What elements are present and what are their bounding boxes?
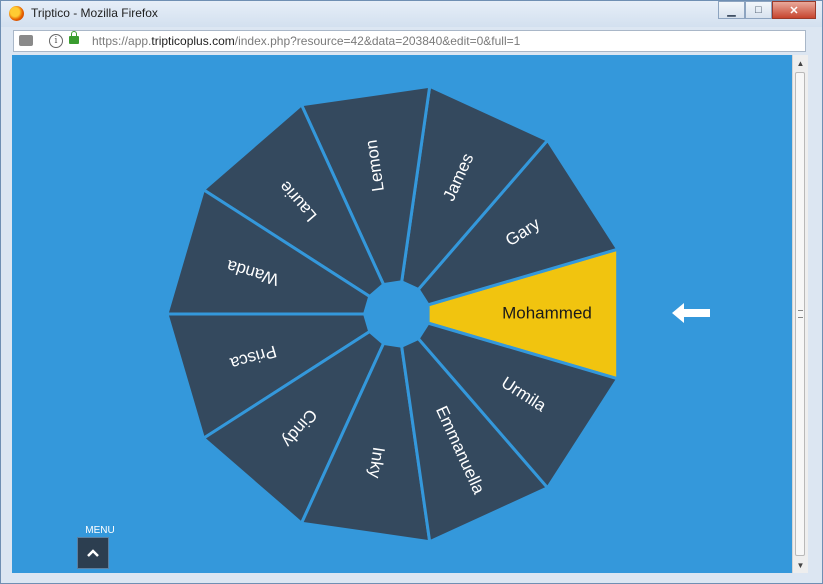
info-icon[interactable]: i (49, 34, 63, 48)
close-button[interactable]: ✕ (772, 1, 816, 19)
chevron-up-icon (87, 549, 99, 557)
vertical-scrollbar[interactable]: ▲ ▼ (792, 55, 808, 573)
page-content: Mohammed Gary James Lemon Laurie Wanda Prisca C… (12, 55, 792, 573)
url-path: /index.php?resource=42&data=203840&edit=… (234, 34, 521, 48)
scroll-down-icon[interactable]: ▼ (793, 557, 808, 573)
window-controls: ▁ □ ✕ (718, 1, 816, 19)
url-text[interactable]: https://app.tripticoplus.com/index.php?r… (92, 34, 520, 48)
menu-button[interactable] (77, 537, 109, 569)
firefox-icon (9, 6, 24, 21)
menu-label: MENU (85, 525, 115, 536)
window-title: Triptico - Mozilla Firefox (31, 6, 158, 20)
scroll-up-icon[interactable]: ▲ (793, 55, 808, 71)
maximize-button[interactable]: □ (745, 1, 772, 19)
left-arrow-icon (672, 303, 710, 323)
minimize-button[interactable]: ▁ (718, 1, 745, 19)
browser-window: Triptico - Mozilla Firefox ▁ □ ✕ i https… (0, 0, 823, 584)
scrollbar-thumb[interactable] (795, 72, 805, 556)
address-bar[interactable]: i https://app.tripticoplus.com/index.php… (13, 30, 806, 52)
window-titlebar[interactable]: Triptico - Mozilla Firefox ▁ □ ✕ (1, 1, 822, 27)
wheel-slice-label: Mohammed (502, 303, 592, 322)
grip-icon (798, 310, 803, 318)
page-icon[interactable] (19, 35, 33, 46)
lock-icon[interactable] (69, 31, 79, 44)
url-prefix: https://app. (92, 34, 152, 48)
url-host: tripticoplus.com (151, 34, 235, 48)
